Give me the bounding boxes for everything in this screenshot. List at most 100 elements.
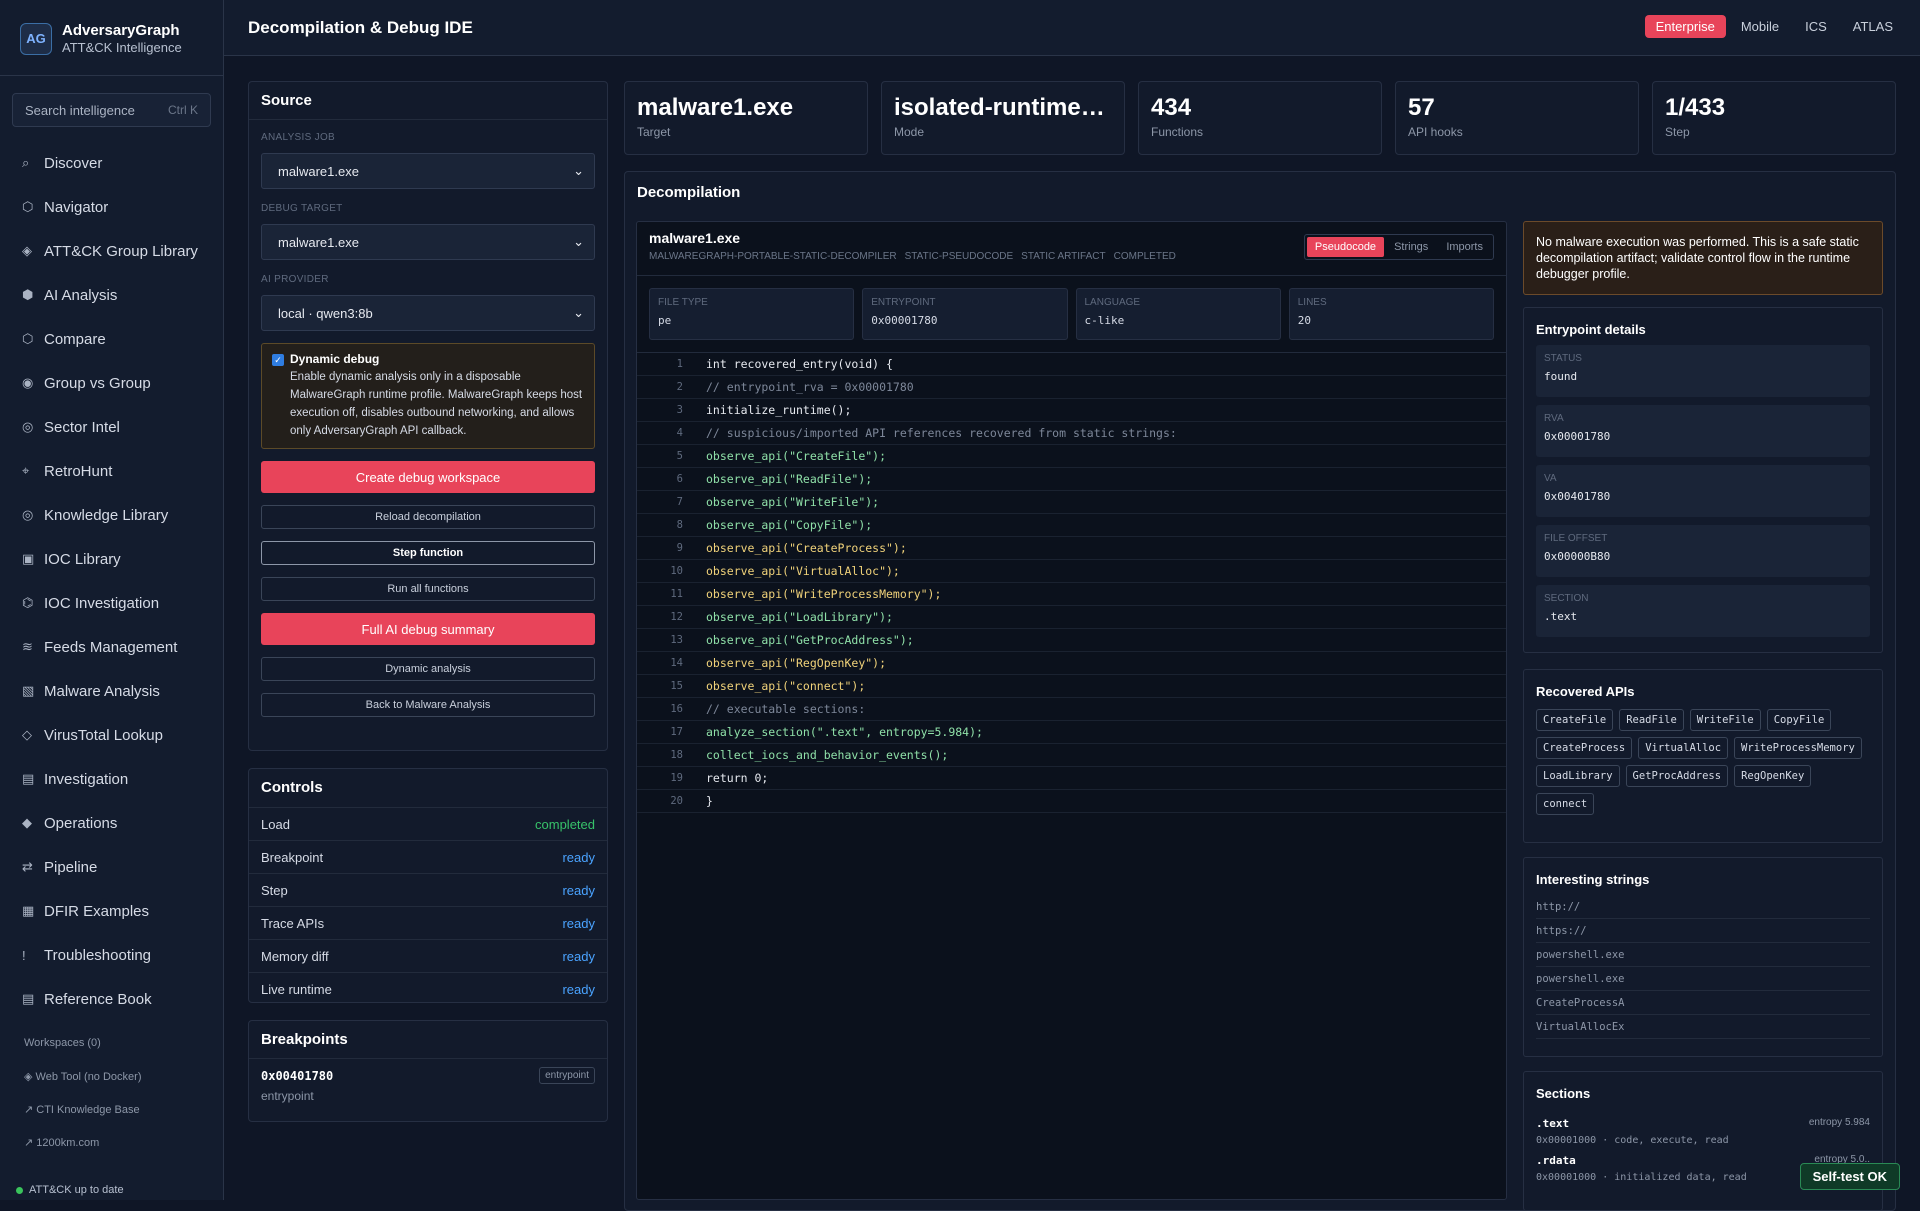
pseudocode-view[interactable]: 1int recovered_entry(void) {2// entrypoi… <box>637 352 1506 813</box>
sidebar-item-label: AI Analysis <box>44 287 117 304</box>
detail-value: found <box>1544 370 1862 383</box>
stat-mode: isolated-runtime-debuggerMode <box>881 81 1125 155</box>
back-to-malware-analysis-button[interactable]: Back to Malware Analysis <box>261 693 595 717</box>
sidebar-item-discover[interactable]: ⌕Discover <box>0 141 223 185</box>
control-label: Memory diff <box>261 949 329 964</box>
control-row: Live runtimeready <box>249 972 607 1005</box>
line-text: int recovered_entry(void) { <box>683 357 893 371</box>
full-ai-debug-summary-button[interactable]: Full AI debug summary <box>261 613 595 645</box>
tab-strings[interactable]: Strings <box>1386 237 1436 257</box>
sidebar-item-malware-analysis[interactable]: ▧Malware Analysis <box>0 669 223 713</box>
status-indicator: ATT&CK up to date <box>16 1180 124 1200</box>
stat-value: malware1.exe <box>637 94 855 122</box>
tab-mobile[interactable]: Mobile <box>1730 15 1790 38</box>
api-chip[interactable]: GetProcAddress <box>1626 765 1729 787</box>
line-text: observe_api("WriteFile"); <box>683 495 879 509</box>
api-chip[interactable]: VirtualAlloc <box>1638 737 1728 759</box>
dynamic-analysis-button[interactable]: Dynamic analysis <box>261 657 595 681</box>
control-status: completed <box>535 817 595 832</box>
sidebar-item-pipeline[interactable]: ⇄Pipeline <box>0 845 223 889</box>
search-shortcut: Ctrl K <box>168 103 198 117</box>
field-value: 20 <box>1298 314 1485 327</box>
search-input[interactable]: Search intelligence Ctrl K <box>12 93 211 127</box>
section-row[interactable]: .textentropy 5.9840x00001000 · code, exe… <box>1524 1113 1882 1150</box>
nav-icon: ! <box>22 948 44 963</box>
recovered-apis-panel: Recovered APIs CreateFileReadFileWriteFi… <box>1523 669 1883 843</box>
sidebar-item-ai-analysis[interactable]: ⬢AI Analysis <box>0 273 223 317</box>
sidebar-item-investigation[interactable]: ▤Investigation <box>0 757 223 801</box>
tab-pseudocode[interactable]: Pseudocode <box>1307 237 1384 257</box>
string-item[interactable]: CreateProcessA <box>1536 991 1870 1015</box>
workspace-link-cti-kb[interactable]: ↗ CTI Knowledge Base <box>24 1102 199 1135</box>
meta-tag: MALWAREGRAPH-PORTABLE-STATIC-DECOMPILER <box>649 251 897 262</box>
dynamic-debug-checkbox[interactable]: ✓ <box>272 354 284 366</box>
sidebar-item-knowledge-library[interactable]: ◎Knowledge Library <box>0 493 223 537</box>
sidebar-item-virustotal-lookup[interactable]: ◇VirusTotal Lookup <box>0 713 223 757</box>
ai-provider-select[interactable]: local · qwen3:8b⌄ <box>261 295 595 331</box>
api-chip[interactable]: CreateFile <box>1536 709 1613 731</box>
string-item[interactable]: powershell.exe <box>1536 943 1870 967</box>
nav-icon: ◈ <box>22 243 44 259</box>
brand-subtitle: ATT&CK Intelligence <box>62 40 182 55</box>
brand[interactable]: AG AdversaryGraph ATT&CK Intelligence <box>0 0 223 76</box>
control-status: ready <box>562 982 595 997</box>
tab-atlas[interactable]: ATLAS <box>1842 15 1904 38</box>
string-item[interactable]: VirtualAllocEx <box>1536 1015 1870 1039</box>
api-chip[interactable]: WriteProcessMemory <box>1734 737 1862 759</box>
api-chip[interactable]: LoadLibrary <box>1536 765 1620 787</box>
string-item[interactable]: powershell.exe <box>1536 967 1870 991</box>
api-chip[interactable]: connect <box>1536 793 1594 815</box>
string-item[interactable]: https:// <box>1536 919 1870 943</box>
run-all-functions-button[interactable]: Run all functions <box>261 577 595 601</box>
sidebar-item-retrohunt[interactable]: ⌖RetroHunt <box>0 449 223 493</box>
sidebar-item-dfir-examples[interactable]: ▦DFIR Examples <box>0 889 223 933</box>
detail-value: 0x00001780 <box>1544 430 1862 443</box>
sidebar-item-navigator[interactable]: ⬡Navigator <box>0 185 223 229</box>
nav-icon: ▧ <box>22 683 44 699</box>
sidebar-item-ioc-investigation[interactable]: ⌬IOC Investigation <box>0 581 223 625</box>
step-function-button[interactable]: Step function <box>261 541 595 565</box>
sidebar-item-ioc-library[interactable]: ▣IOC Library <box>0 537 223 581</box>
field-key: FILE TYPE <box>658 297 845 308</box>
workspace-link-web-tool[interactable]: ◈ Web Tool (no Docker) <box>24 1069 199 1102</box>
string-item[interactable]: http:// <box>1536 895 1870 919</box>
api-chip[interactable]: ReadFile <box>1619 709 1684 731</box>
tab-imports[interactable]: Imports <box>1438 237 1491 257</box>
nav-icon: ▤ <box>22 991 44 1007</box>
sidebar-item-sector-intel[interactable]: ◎Sector Intel <box>0 405 223 449</box>
breakpoint-tag: entrypoint <box>539 1067 595 1084</box>
code-line: 16// executable sections: <box>637 698 1506 721</box>
entrypoint-rva: RVA0x00001780 <box>1536 405 1870 457</box>
workspace-link-1200km[interactable]: ↗ 1200km.com <box>24 1135 199 1168</box>
breakpoint-item[interactable]: 0x00401780 entrypoint entrypoint <box>249 1058 607 1111</box>
sidebar-item-reference-book[interactable]: ▤Reference Book <box>0 977 223 1021</box>
analysis-job-select[interactable]: malware1.exe⌄ <box>261 153 595 189</box>
reload-decompilation-button[interactable]: Reload decompilation <box>261 505 595 529</box>
sidebar-item-troubleshooting[interactable]: !Troubleshooting <box>0 933 223 977</box>
tab-enterprise[interactable]: Enterprise <box>1645 15 1726 38</box>
sidebar-item-label: Navigator <box>44 199 108 216</box>
api-chip[interactable]: CreateProcess <box>1536 737 1632 759</box>
code-line: 5observe_api("CreateFile"); <box>637 445 1506 468</box>
meta-tag: STATIC ARTIFACT <box>1021 251 1105 262</box>
sidebar-item-att-ck-group-library[interactable]: ◈ATT&CK Group Library <box>0 229 223 273</box>
sidebar-item-operations[interactable]: ◆Operations <box>0 801 223 845</box>
tab-ics[interactable]: ICS <box>1794 15 1838 38</box>
debug-target-select[interactable]: malware1.exe⌄ <box>261 224 595 260</box>
workspaces-header[interactable]: Workspaces (0) <box>24 1035 199 1069</box>
create-debug-workspace-button[interactable]: Create debug workspace <box>261 461 595 493</box>
api-chip[interactable]: WriteFile <box>1690 709 1761 731</box>
line-number: 11 <box>637 588 683 600</box>
analysis-job-label: Analysis job <box>249 132 607 143</box>
sidebar-item-feeds-management[interactable]: ≋Feeds Management <box>0 625 223 669</box>
detail-key: STATUS <box>1544 353 1862 364</box>
sidebar-item-compare[interactable]: ⬡Compare <box>0 317 223 361</box>
entrypoint-details-panel: Entrypoint details STATUSfoundRVA0x00001… <box>1523 307 1883 653</box>
sidebar-item-group-vs-group[interactable]: ◉Group vs Group <box>0 361 223 405</box>
api-chip[interactable]: CopyFile <box>1767 709 1832 731</box>
nav-icon: ⬡ <box>22 331 44 347</box>
interesting-strings-title: Interesting strings <box>1524 858 1882 895</box>
section-name: .text <box>1536 1117 1569 1130</box>
api-chip[interactable]: RegOpenKey <box>1734 765 1811 787</box>
sidebar-item-label: Reference Book <box>44 991 152 1008</box>
